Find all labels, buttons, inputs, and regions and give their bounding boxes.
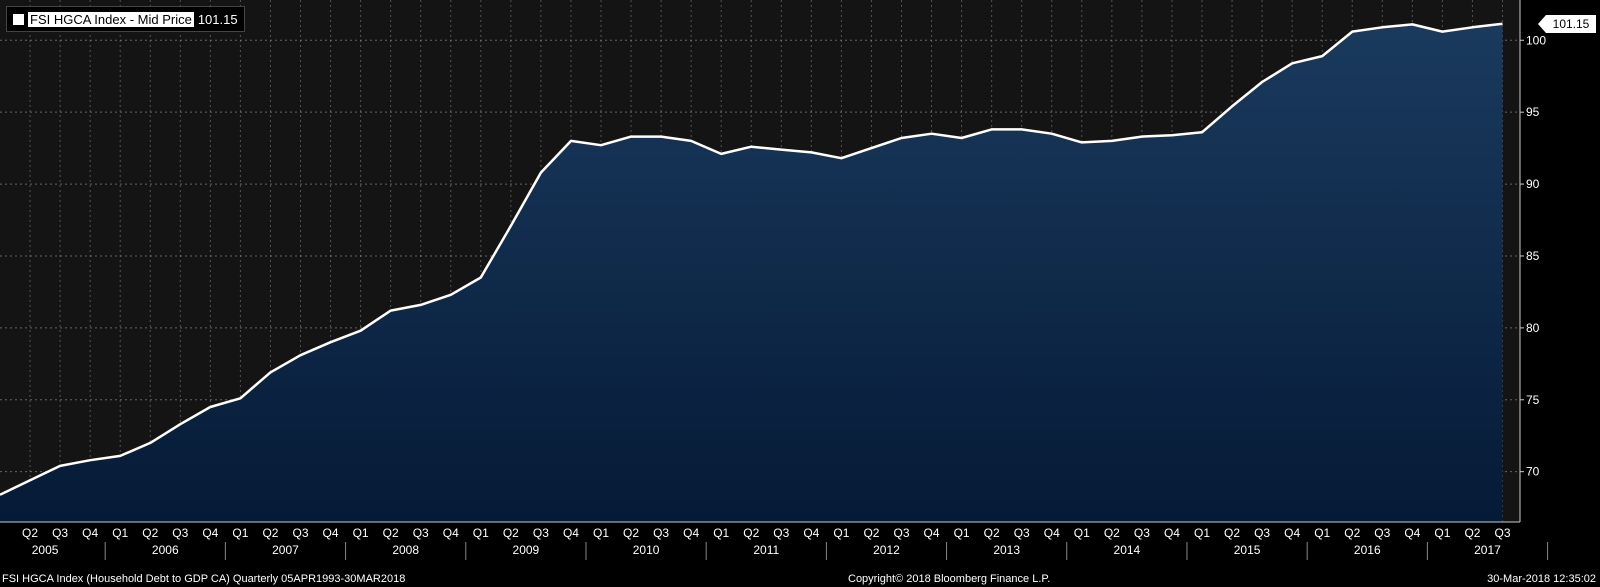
x-quarter-label: Q1 — [954, 526, 970, 540]
y-tick-label: 90 — [1526, 177, 1540, 191]
x-quarter-label: Q4 — [202, 526, 218, 540]
x-quarter-label: Q1 — [713, 526, 729, 540]
x-quarter-label: Q3 — [1134, 526, 1150, 540]
x-quarter-label: Q4 — [323, 526, 339, 540]
x-quarter-label: Q3 — [893, 526, 909, 540]
x-quarter-label: Q1 — [593, 526, 609, 540]
x-year-label: 2007 — [272, 543, 299, 557]
x-quarter-label: Q2 — [1104, 526, 1120, 540]
x-quarter-label: Q4 — [1404, 526, 1420, 540]
x-year-label: 2013 — [993, 543, 1020, 557]
x-quarter-label: Q3 — [1494, 526, 1510, 540]
x-year-label: 2005 — [32, 543, 59, 557]
x-quarter-label: Q2 — [1224, 526, 1240, 540]
x-quarter-label: Q1 — [1074, 526, 1090, 540]
y-tick-label: 85 — [1526, 249, 1540, 263]
x-quarter-label: Q1 — [232, 526, 248, 540]
x-quarter-label: Q4 — [1284, 526, 1300, 540]
x-quarter-label: Q2 — [383, 526, 399, 540]
x-quarter-label: Q4 — [683, 526, 699, 540]
x-year-label: 2011 — [753, 543, 779, 557]
x-quarter-label: Q3 — [52, 526, 68, 540]
footer-center: Copyright© 2018 Bloomberg Finance L.P. — [848, 573, 1051, 585]
last-value-tag: 101.15 — [1538, 14, 1596, 33]
y-tick-label: 95 — [1526, 105, 1540, 119]
x-quarter-label: Q2 — [142, 526, 158, 540]
x-quarter-label: Q2 — [22, 526, 38, 540]
x-year-label: 2012 — [873, 543, 900, 557]
legend: FSI HGCA Index - Mid Price 101.15 — [6, 6, 245, 32]
x-quarter-label: Q3 — [1374, 526, 1390, 540]
x-quarter-label: Q3 — [653, 526, 669, 540]
x-quarter-label: Q1 — [353, 526, 369, 540]
x-quarter-label: Q3 — [413, 526, 429, 540]
x-quarter-label: Q4 — [803, 526, 819, 540]
x-quarter-label: Q1 — [1194, 526, 1210, 540]
chart-svg: 70 75 80 85 90 95 100 Q2 Q3 Q4 Q1 Q2 Q3 Q4 Q1 Q2 Q3 Q4 Q1 Q… — [0, 0, 1549, 560]
x-quarter-label: Q2 — [503, 526, 519, 540]
footer-left: FSI HGCA Index (Household Debt to GDP CA… — [2, 573, 406, 585]
x-quarter-label: Q4 — [443, 526, 459, 540]
x-year-label: 2014 — [1114, 543, 1141, 557]
x-year-label: 2017 — [1474, 543, 1501, 557]
y-tick-label: 100 — [1526, 33, 1546, 47]
x-quarter-label: Q2 — [262, 526, 278, 540]
y-tick-label: 80 — [1526, 321, 1540, 335]
x-quarter-label: Q4 — [563, 526, 579, 540]
legend-swatch — [13, 13, 24, 25]
y-tick-label: 70 — [1526, 465, 1540, 479]
x-quarter-label: Q4 — [1044, 526, 1060, 540]
chart-root: 70 75 80 85 90 95 100 Q2 Q3 Q4 Q1 Q2 Q3 Q4 Q1 Q2 Q3 Q4 Q1 Q… — [0, 0, 1600, 587]
x-quarter-label: Q1 — [1434, 526, 1450, 540]
x-year-label: 2006 — [152, 543, 179, 557]
x-quarter-label: Q2 — [1344, 526, 1360, 540]
x-quarter-label: Q4 — [82, 526, 98, 540]
x-quarter-label: Q1 — [833, 526, 849, 540]
x-quarter-label: Q3 — [292, 526, 308, 540]
x-quarter-label: Q2 — [623, 526, 639, 540]
footer-right: 30-Mar-2018 12:35:02 — [1487, 573, 1596, 585]
x-year-label: 2008 — [392, 543, 419, 557]
x-year-label: 2015 — [1234, 543, 1261, 557]
x-quarter-label: Q2 — [863, 526, 879, 540]
x-quarter-label: Q2 — [743, 526, 759, 540]
x-quarter-label: Q2 — [1464, 526, 1480, 540]
legend-value: 101.15 — [197, 11, 238, 27]
x-year-label: 2009 — [513, 543, 540, 557]
x-quarter-label: Q3 — [1014, 526, 1030, 540]
x-year-label: 2016 — [1354, 543, 1381, 557]
y-tick-label: 75 — [1526, 393, 1540, 407]
x-quarter-label: Q3 — [773, 526, 789, 540]
x-quarter-label: Q4 — [924, 526, 940, 540]
x-quarter-label: Q1 — [112, 526, 128, 540]
x-quarter-label: Q3 — [172, 526, 188, 540]
x-year-label: 2010 — [633, 543, 660, 557]
x-quarter-label: Q3 — [1254, 526, 1270, 540]
x-quarter-label: Q1 — [1314, 526, 1330, 540]
x-quarter-label: Q1 — [473, 526, 489, 540]
legend-label: FSI HGCA Index - Mid Price — [28, 11, 194, 27]
x-quarter-label: Q2 — [984, 526, 1000, 540]
x-quarter-label: Q3 — [533, 526, 549, 540]
x-quarter-label: Q4 — [1164, 526, 1180, 540]
